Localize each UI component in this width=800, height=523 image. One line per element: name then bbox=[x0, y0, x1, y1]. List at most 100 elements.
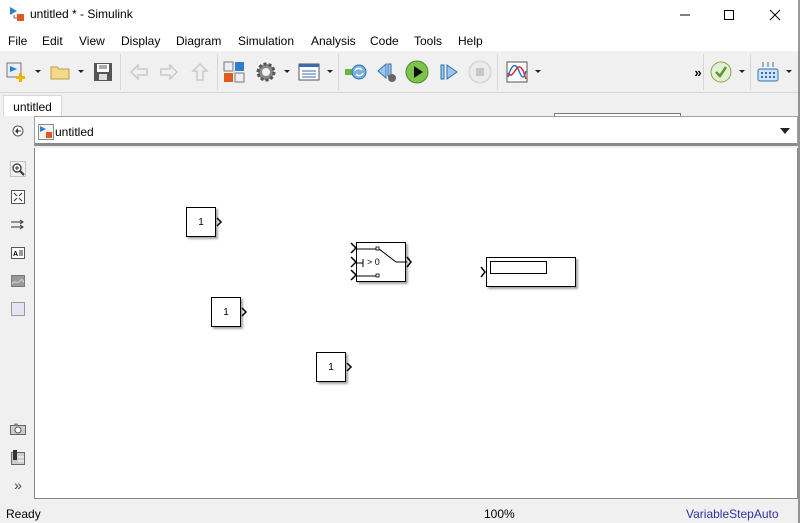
hide-explorer-button[interactable] bbox=[9, 122, 27, 140]
menu-help[interactable]: Help bbox=[458, 34, 483, 48]
menu-display[interactable]: Display bbox=[121, 34, 160, 48]
display-block[interactable] bbox=[486, 257, 576, 287]
menu-edit[interactable]: Edit bbox=[42, 34, 63, 48]
switch-criteria: > 0 bbox=[367, 257, 380, 267]
signal-plot-icon bbox=[506, 61, 528, 83]
toolbar-separator bbox=[497, 54, 498, 90]
menu-simulation[interactable]: Simulation bbox=[238, 34, 294, 48]
toolbar: 10.0 » bbox=[0, 51, 800, 133]
stop-button[interactable] bbox=[468, 60, 492, 84]
constant-value: 1 bbox=[328, 361, 334, 373]
model-explorer-button[interactable] bbox=[297, 60, 321, 84]
menu-code[interactable]: Code bbox=[370, 34, 399, 48]
property-inspector-icon bbox=[11, 450, 25, 465]
constant-block[interactable]: 1 bbox=[211, 297, 241, 327]
stop-icon bbox=[468, 60, 492, 84]
input-ports-icon bbox=[350, 242, 358, 281]
area-button[interactable] bbox=[9, 300, 27, 318]
open-button[interactable] bbox=[48, 60, 72, 84]
menu-analysis[interactable]: Analysis bbox=[311, 34, 356, 48]
new-model-button[interactable] bbox=[5, 60, 29, 84]
expand-palette-button[interactable]: » bbox=[9, 476, 27, 494]
new-model-dropdown[interactable] bbox=[35, 70, 41, 73]
model-explorer-dropdown[interactable] bbox=[327, 70, 333, 73]
more-button[interactable]: » bbox=[686, 60, 710, 84]
left-palette: A » bbox=[0, 116, 34, 500]
minimize-icon bbox=[680, 14, 690, 16]
simulink-app-icon bbox=[10, 7, 24, 21]
output-port-icon bbox=[216, 217, 223, 227]
maximize-button[interactable] bbox=[706, 0, 752, 30]
save-icon bbox=[94, 63, 112, 81]
chevron-down-icon[interactable] bbox=[780, 128, 790, 134]
constant-value: 1 bbox=[223, 306, 229, 318]
toolbar-separator bbox=[750, 54, 751, 90]
new-model-icon bbox=[6, 62, 25, 82]
solver-link[interactable]: VariableStepAuto bbox=[686, 507, 779, 521]
menu-diagram[interactable]: Diagram bbox=[176, 34, 221, 48]
data-inspector-button[interactable] bbox=[505, 60, 529, 84]
maximize-icon bbox=[724, 10, 734, 20]
breadcrumb-model[interactable]: untitled bbox=[55, 125, 94, 139]
save-button[interactable] bbox=[91, 60, 115, 84]
step-back-icon bbox=[377, 62, 396, 82]
data-inspector-dropdown[interactable] bbox=[535, 70, 541, 73]
folder-icon bbox=[50, 66, 70, 80]
back-button[interactable] bbox=[127, 60, 151, 84]
library-browser-icon bbox=[223, 61, 245, 83]
build-dropdown[interactable] bbox=[786, 70, 792, 73]
image-icon bbox=[11, 275, 25, 287]
menu-view[interactable]: View bbox=[79, 34, 105, 48]
output-port-icon bbox=[406, 256, 412, 268]
route-lines-button[interactable] bbox=[9, 216, 27, 234]
area-icon bbox=[11, 302, 25, 316]
model-advisor-button[interactable] bbox=[709, 60, 733, 84]
address-bar[interactable]: untitled bbox=[34, 116, 798, 146]
model-explorer-icon bbox=[298, 63, 320, 81]
model-advisor-dropdown[interactable] bbox=[739, 70, 745, 73]
zoom-button[interactable] bbox=[9, 160, 27, 178]
open-dropdown[interactable] bbox=[78, 70, 84, 73]
constant-block[interactable]: 1 bbox=[186, 207, 216, 237]
status-text: Ready bbox=[6, 507, 41, 521]
route-lines-icon bbox=[11, 219, 24, 230]
switch-block[interactable]: > 0 bbox=[356, 242, 407, 282]
step-back-button[interactable] bbox=[375, 60, 399, 84]
zoom-level: 100% bbox=[484, 507, 515, 521]
update-diagram-button[interactable] bbox=[344, 60, 368, 84]
close-icon bbox=[769, 9, 781, 21]
up-button[interactable] bbox=[188, 60, 212, 84]
tab-untitled[interactable]: untitled bbox=[3, 95, 62, 116]
fit-to-view-button[interactable] bbox=[9, 188, 27, 206]
build-button[interactable] bbox=[756, 60, 780, 84]
model-icon bbox=[38, 124, 54, 140]
forward-button[interactable] bbox=[157, 60, 181, 84]
close-button[interactable] bbox=[752, 0, 798, 30]
check-circle-icon bbox=[710, 61, 732, 83]
menu-tools[interactable]: Tools bbox=[414, 34, 442, 48]
arrow-up-icon bbox=[191, 62, 209, 81]
screenshot-button[interactable] bbox=[9, 420, 27, 438]
library-browser-button[interactable] bbox=[222, 60, 246, 84]
fit-view-icon bbox=[11, 190, 25, 204]
toolbar-separator bbox=[338, 54, 339, 90]
property-inspector-button[interactable] bbox=[9, 448, 27, 466]
menu-bar: File Edit View Display Diagram Simulatio… bbox=[0, 30, 800, 51]
camera-icon bbox=[10, 423, 26, 435]
model-settings-dropdown[interactable] bbox=[284, 70, 290, 73]
step-forward-button[interactable] bbox=[437, 60, 461, 84]
model-settings-button[interactable] bbox=[254, 60, 278, 84]
zoom-in-icon bbox=[10, 161, 26, 177]
run-button[interactable] bbox=[405, 60, 429, 84]
diagram-canvas[interactable]: 1 1 1 > 0 bbox=[34, 148, 798, 499]
minimize-button[interactable] bbox=[662, 0, 708, 30]
constant-block[interactable]: 1 bbox=[316, 352, 346, 382]
toolbar-separator bbox=[217, 54, 218, 90]
image-button[interactable] bbox=[9, 272, 27, 290]
gear-icon bbox=[256, 62, 276, 82]
step-forward-icon bbox=[440, 64, 458, 80]
back-circle-icon bbox=[12, 125, 24, 137]
annotation-button[interactable]: A bbox=[9, 244, 27, 262]
status-bar: Ready 100% VariableStepAuto bbox=[0, 502, 800, 523]
menu-file[interactable]: File bbox=[8, 34, 27, 48]
